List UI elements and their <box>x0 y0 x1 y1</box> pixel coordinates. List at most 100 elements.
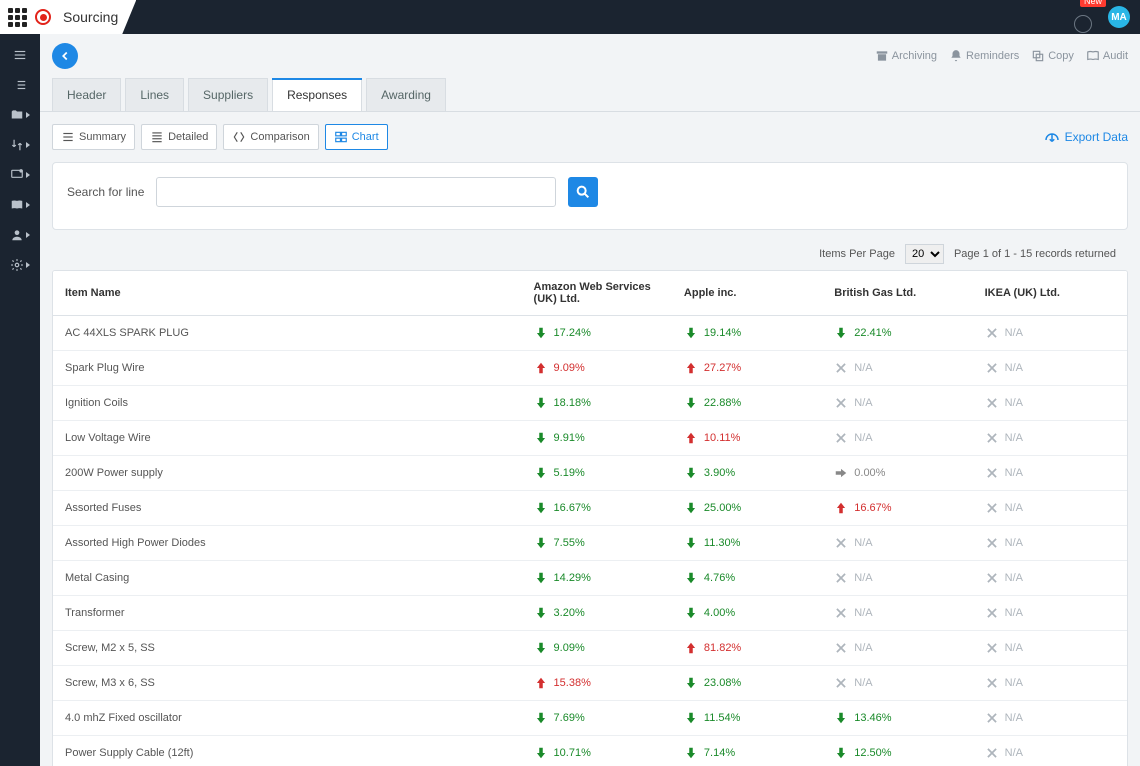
col-supplier-2[interactable]: Apple inc. <box>676 271 826 316</box>
viewmode-chart[interactable]: Chart <box>325 124 388 150</box>
item-name-cell: Transformer <box>53 596 526 631</box>
notifications-button[interactable]: New <box>1074 1 1100 33</box>
item-name-cell: Assorted High Power Diodes <box>53 526 526 561</box>
cell-value: 22.41% <box>854 327 891 339</box>
viewmode-summary[interactable]: Summary <box>52 124 135 150</box>
arrow-down-icon <box>534 466 548 480</box>
reminders-label: Reminders <box>966 50 1019 62</box>
table-row[interactable]: Assorted Fuses16.67%25.00%16.67%N/A <box>53 491 1127 526</box>
table-row[interactable]: 200W Power supply5.19%3.90%0.00%N/A <box>53 456 1127 491</box>
tab-suppliers[interactable]: Suppliers <box>188 78 268 111</box>
items-per-page-label: Items Per Page <box>819 248 895 260</box>
x-icon <box>985 466 999 480</box>
arrow-up-icon <box>684 641 698 655</box>
item-name-cell: Power Supply Cable (12ft) <box>53 736 526 766</box>
table-row[interactable]: Spark Plug Wire9.09%27.27%N/AN/A <box>53 351 1127 386</box>
cell-value: N/A <box>1005 747 1023 759</box>
table-row[interactable]: Assorted High Power Diodes7.55%11.30%N/A… <box>53 526 1127 561</box>
value-cell: 81.82% <box>684 641 818 655</box>
table-row[interactable]: Low Voltage Wire9.91%10.11%N/AN/A <box>53 421 1127 456</box>
table-header-row: Item Name Amazon Web Services (UK) Ltd. … <box>53 271 1127 316</box>
cell-value: 10.71% <box>554 747 591 759</box>
x-icon <box>834 361 848 375</box>
reminders-button[interactable]: Reminders <box>949 49 1019 63</box>
copy-button[interactable]: Copy <box>1031 49 1074 63</box>
audit-button[interactable]: Audit <box>1086 49 1128 63</box>
x-icon <box>834 641 848 655</box>
table-row[interactable]: Screw, M3 x 6, SS15.38%23.08%N/AN/A <box>53 666 1127 701</box>
sidebar-item-device[interactable] <box>0 160 40 190</box>
sidebar-item-folder[interactable] <box>0 100 40 130</box>
col-supplier-4[interactable]: IKEA (UK) Ltd. <box>977 271 1127 316</box>
value-cell: 25.00% <box>684 501 818 515</box>
table-row[interactable]: Power Supply Cable (12ft)10.71%7.14%12.5… <box>53 736 1127 766</box>
col-item-name[interactable]: Item Name <box>53 271 526 316</box>
table-row[interactable]: Screw, M2 x 5, SS9.09%81.82%N/AN/A <box>53 631 1127 666</box>
items-per-page-select[interactable]: 20 <box>905 244 944 264</box>
value-cell: 3.90% <box>684 466 818 480</box>
search-input[interactable] <box>156 177 556 207</box>
sidebar-item-settings[interactable] <box>0 250 40 280</box>
topbar: Sourcing New MA <box>0 0 1140 34</box>
table-row[interactable]: Metal Casing14.29%4.76%N/AN/A <box>53 561 1127 596</box>
cell-value: N/A <box>1005 572 1023 584</box>
tab-header[interactable]: Header <box>52 78 121 111</box>
col-supplier-1[interactable]: Amazon Web Services (UK) Ltd. <box>526 271 676 316</box>
value-cell: 18.18% <box>534 396 668 410</box>
x-icon <box>834 571 848 585</box>
cell-value: N/A <box>854 642 872 654</box>
arrow-down-icon <box>834 711 848 725</box>
table-row[interactable]: AC 44XLS SPARK PLUG17.24%19.14%22.41%N/A <box>53 316 1127 351</box>
archiving-button[interactable]: Archiving <box>875 49 937 63</box>
col-supplier-3[interactable]: British Gas Ltd. <box>826 271 976 316</box>
table-row[interactable]: Transformer3.20%4.00%N/AN/A <box>53 596 1127 631</box>
cell-value: N/A <box>1005 397 1023 409</box>
x-icon <box>834 536 848 550</box>
cell-value: 10.11% <box>704 432 741 444</box>
x-icon <box>985 606 999 620</box>
arrow-down-icon <box>534 501 548 515</box>
cell-value: 14.29% <box>554 572 591 584</box>
x-icon <box>834 396 848 410</box>
arrow-up-icon <box>684 361 698 375</box>
value-cell: 9.91% <box>534 431 668 445</box>
cell-value: 17.24% <box>554 327 591 339</box>
content-area: Archiving Reminders Copy Audit Header Li… <box>40 34 1140 766</box>
export-data-button[interactable]: Export Data <box>1043 128 1128 146</box>
cell-value: 16.67% <box>854 502 891 514</box>
value-cell: 7.69% <box>534 711 668 725</box>
item-name-cell: 200W Power supply <box>53 456 526 491</box>
value-cell: 16.67% <box>834 501 968 515</box>
tab-responses[interactable]: Responses <box>272 78 362 111</box>
arrow-down-icon <box>684 501 698 515</box>
user-avatar[interactable]: MA <box>1108 6 1130 28</box>
search-button[interactable] <box>568 177 598 207</box>
cell-value: 7.69% <box>554 712 585 724</box>
back-button[interactable] <box>52 43 78 69</box>
cell-value: N/A <box>854 537 872 549</box>
arrow-down-icon <box>684 676 698 690</box>
clock-icon <box>1074 15 1092 33</box>
cell-value: 7.14% <box>704 747 735 759</box>
sidebar-item-book[interactable] <box>0 190 40 220</box>
sidebar-item-list[interactable] <box>0 70 40 100</box>
cell-value: N/A <box>854 677 872 689</box>
apps-menu-icon[interactable] <box>8 8 27 27</box>
viewmode-comparison[interactable]: Comparison <box>223 124 318 150</box>
sidebar-item-transfer[interactable] <box>0 130 40 160</box>
arrow-down-icon <box>684 606 698 620</box>
sidebar-menu-button[interactable] <box>0 40 40 70</box>
tab-awarding[interactable]: Awarding <box>366 78 446 111</box>
cell-value: 3.90% <box>704 467 735 479</box>
sidebar-item-user[interactable] <box>0 220 40 250</box>
table-row[interactable]: Ignition Coils18.18%22.88%N/AN/A <box>53 386 1127 421</box>
tab-lines[interactable]: Lines <box>125 78 184 111</box>
new-badge: New <box>1080 0 1106 7</box>
cell-value: 11.30% <box>704 537 741 549</box>
value-cell: N/A <box>985 641 1119 655</box>
value-cell: N/A <box>985 606 1119 620</box>
table-row[interactable]: 4.0 mhZ Fixed oscillator7.69%11.54%13.46… <box>53 701 1127 736</box>
viewmode-detailed[interactable]: Detailed <box>141 124 217 150</box>
pager-status: Page 1 of 1 - 15 records returned <box>954 248 1116 260</box>
cell-value: 11.54% <box>704 712 741 724</box>
